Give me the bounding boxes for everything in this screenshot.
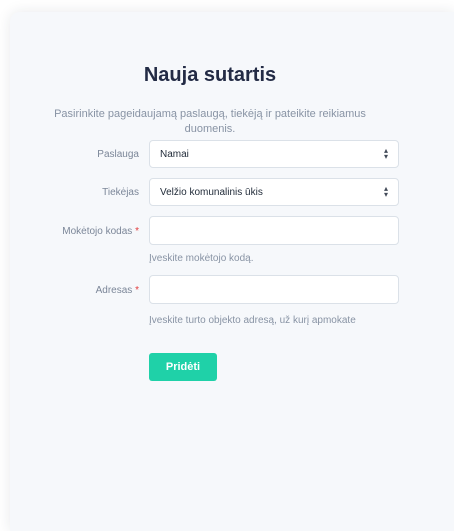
service-select-value: Namai <box>160 148 189 160</box>
add-button[interactable]: Pridėti <box>149 353 217 381</box>
payment-code-label: Mokėtojo kodas * <box>62 226 139 237</box>
required-mark: * <box>135 285 139 296</box>
new-contract-card: Nauja sutartis Pasirinkite pageidaujamą … <box>10 12 454 531</box>
page: Nauja sutartis Pasirinkite pageidaujamą … <box>0 0 454 531</box>
form-subtitle: Pasirinkite pageidaujamą paslaugą, tiekė… <box>54 108 366 135</box>
sort-up-down-icon: ▴ ▾ <box>383 184 388 199</box>
service-select[interactable]: Namai ▴ ▾ <box>149 140 399 168</box>
supplier-select[interactable]: Velžio komunalinis ūkis ▴ ▾ <box>149 178 399 206</box>
required-mark: * <box>135 226 139 237</box>
address-label-text: Adresas <box>95 285 133 296</box>
supplier-label: Tiekėjas <box>102 187 139 198</box>
payment-code-input[interactable] <box>149 216 399 245</box>
payment-code-help: Įveskite mokėtojo kodą. <box>149 253 254 264</box>
sort-up-down-icon: ▴ ▾ <box>383 146 388 161</box>
address-label: Adresas * <box>96 285 139 296</box>
page-title: Nauja sutartis <box>143 64 277 86</box>
service-label: Paslauga <box>97 149 139 160</box>
payment-code-label-text: Mokėtojo kodas <box>62 226 133 237</box>
supplier-select-value: Velžio komunalinis ūkis <box>160 186 263 198</box>
address-help: Įveskite turto objekto adresą, už kurį a… <box>149 315 356 326</box>
address-input[interactable] <box>149 275 399 304</box>
